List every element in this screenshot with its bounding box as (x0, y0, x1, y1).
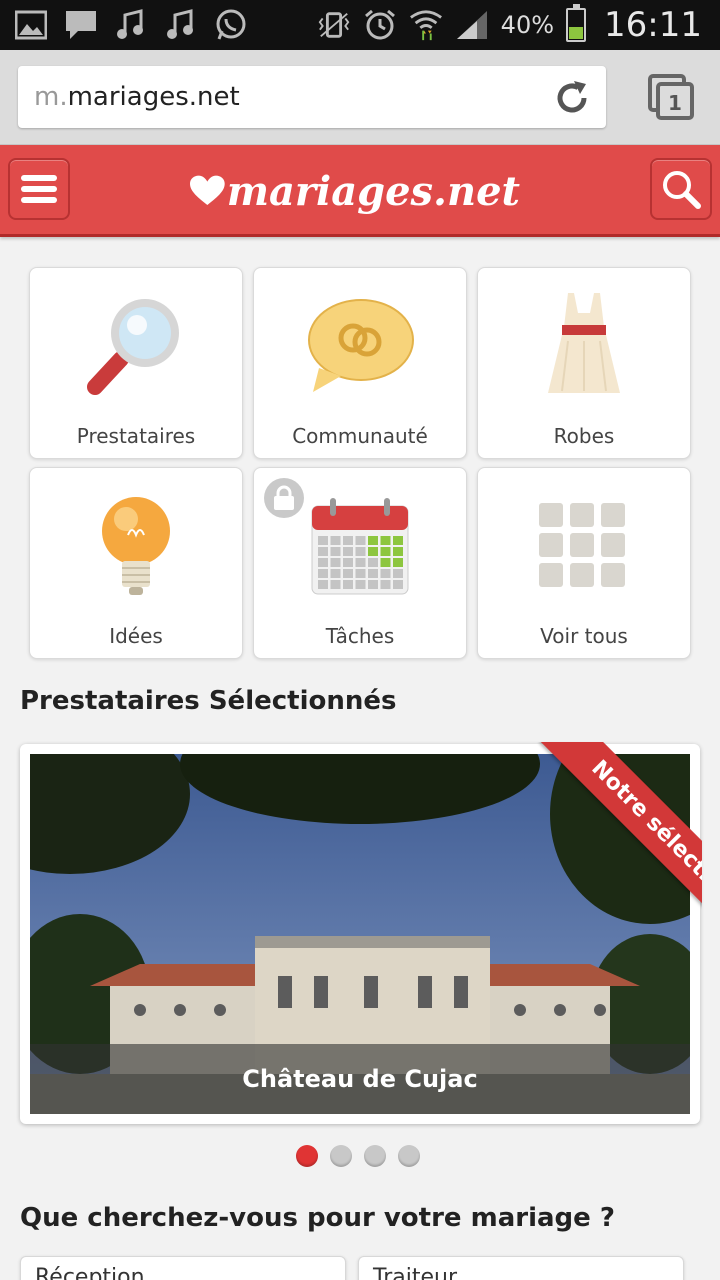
carousel-dot[interactable] (398, 1145, 420, 1167)
tile-label: Tâches (325, 624, 395, 648)
magnifier-icon (30, 286, 242, 406)
vendor-name: Château de Cujac (30, 1044, 690, 1114)
search-section-title: Que cherchez-vous pour votre mariage ? (20, 1203, 615, 1233)
tabs-count: 1 (668, 91, 682, 115)
whatsapp-icon (214, 8, 248, 42)
hamburger-icon (21, 175, 57, 203)
battery-icon (566, 4, 587, 42)
message-icon (64, 8, 98, 42)
wifi-icon (409, 8, 443, 42)
category-traiteur[interactable]: Traiteur (358, 1256, 684, 1280)
category-reception[interactable]: Réception (20, 1256, 346, 1280)
url-domain: mariages.net (67, 82, 240, 112)
tile-label: Voir tous (540, 624, 628, 648)
url-prefix: m. (34, 82, 68, 112)
carousel-dot[interactable] (296, 1145, 318, 1167)
logo-text: mariages.net (226, 167, 520, 215)
notification-icons (14, 0, 248, 50)
calendar-icon (254, 486, 466, 606)
app-header: mariages.net (0, 145, 720, 237)
carousel-dot[interactable] (330, 1145, 352, 1167)
tile-label: Communauté (292, 424, 428, 448)
speech-bubble-rings-icon (254, 286, 466, 406)
clock: 16:11 (604, 5, 702, 45)
tile-communaute[interactable]: Communauté (253, 267, 467, 459)
search-icon (663, 171, 701, 209)
featured-section-title: Prestataires Sélectionnés (20, 686, 397, 716)
menu-button[interactable] (8, 158, 70, 220)
tile-taches[interactable]: Tâches (253, 467, 467, 659)
ribbon-label: Notre sélection (540, 742, 702, 942)
signal-icon (455, 8, 489, 42)
ribbon: Notre sélection (502, 742, 702, 942)
heart-icon (190, 175, 225, 206)
tile-prestataires[interactable]: Prestataires (29, 267, 243, 459)
grid-icon (478, 486, 690, 606)
reload-icon[interactable] (552, 78, 592, 118)
tile-robes[interactable]: Robes (477, 267, 691, 459)
system-icons: 40% 16:11 (317, 0, 702, 50)
featured-vendor-card[interactable]: Château de Cujac Notre sélection (20, 742, 702, 1124)
logo[interactable]: mariages.net (190, 157, 520, 225)
browser-toolbar: m.mariages.net 1 (0, 50, 720, 145)
url-field[interactable]: m.mariages.net (18, 66, 606, 128)
tile-voir-tous[interactable]: Voir tous (477, 467, 691, 659)
carousel-dot[interactable] (364, 1145, 386, 1167)
search-button[interactable] (650, 158, 712, 220)
carousel-dots (296, 1145, 420, 1167)
music-note-icon (164, 8, 198, 42)
dress-icon (478, 286, 690, 406)
tile-label: Robes (553, 424, 615, 448)
battery-percent: 40% (500, 11, 555, 39)
status-bar: 40% 16:11 (0, 0, 720, 50)
tile-label: Prestataires (76, 424, 196, 448)
tabs-button[interactable]: 1 (648, 74, 696, 122)
music-note-icon (114, 8, 148, 42)
alarm-icon (363, 8, 397, 42)
gallery-icon (14, 8, 48, 42)
lightbulb-icon (30, 486, 242, 606)
tile-idees[interactable]: Idées (29, 467, 243, 659)
tile-label: Idées (109, 624, 163, 648)
vibrate-icon (317, 8, 351, 42)
